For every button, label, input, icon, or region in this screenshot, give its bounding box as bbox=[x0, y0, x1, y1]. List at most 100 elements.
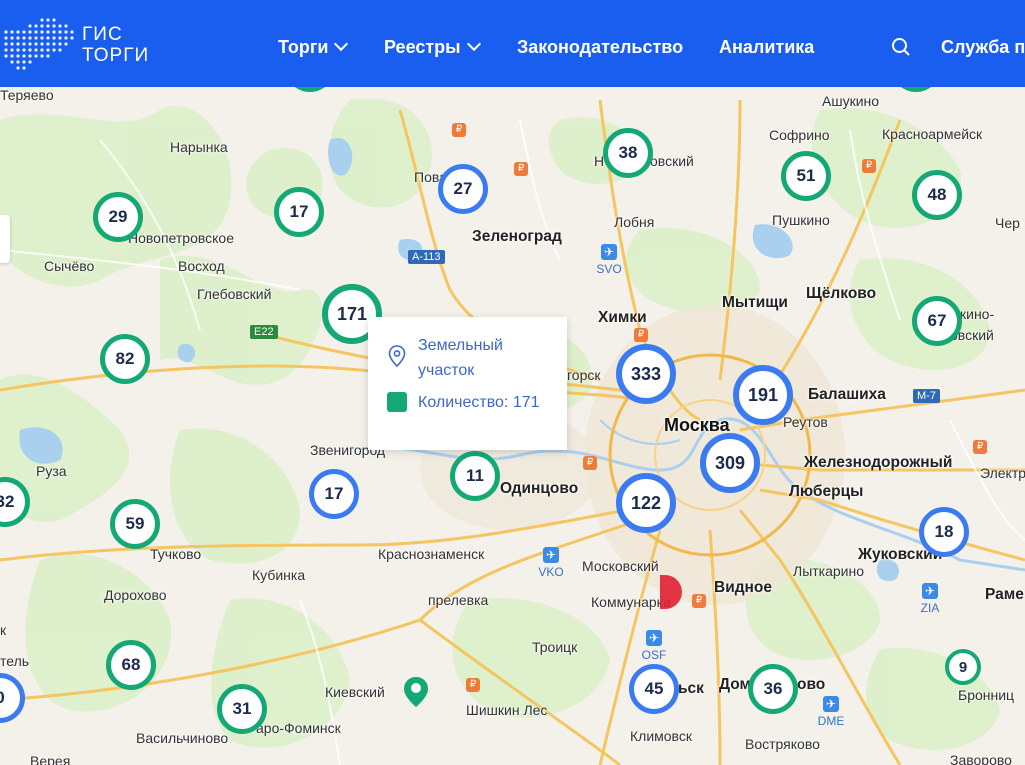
place-label: Железнодорожный bbox=[804, 454, 953, 471]
airplane-icon: ✈ bbox=[601, 244, 617, 260]
tooltip-category: Земельный участок bbox=[418, 337, 503, 379]
place-label: Климовск bbox=[630, 728, 692, 744]
ruble-icon: ₽ bbox=[466, 678, 480, 692]
place-label: Глебовский bbox=[197, 286, 272, 302]
place-label: Дом bbox=[719, 676, 751, 693]
nav-support[interactable]: Служба п bbox=[941, 37, 1025, 57]
place-label: Новопетровское bbox=[128, 230, 234, 246]
airport-osf: ✈ OSF bbox=[634, 630, 674, 662]
airplane-icon: ✈ bbox=[646, 630, 662, 646]
place-label: Реутов bbox=[783, 414, 828, 430]
place-label: кино- bbox=[960, 306, 995, 322]
place-label: Востряково bbox=[745, 736, 820, 752]
place-label: Дорохово bbox=[104, 587, 167, 603]
place-label: Видное bbox=[714, 579, 773, 596]
place-label: Руза bbox=[36, 463, 67, 479]
cluster-marker[interactable]: 31 bbox=[217, 684, 267, 734]
place-label: тель bbox=[0, 653, 30, 669]
place-label: Одинцово bbox=[500, 480, 579, 497]
place-label: Троицк bbox=[532, 639, 578, 655]
cluster-marker[interactable]: 59 bbox=[110, 499, 160, 549]
cluster-marker[interactable]: 27 bbox=[438, 164, 488, 214]
nav-zakonodatelstvo[interactable]: Законодательство bbox=[517, 37, 683, 57]
place-label: Щёлково bbox=[806, 285, 877, 302]
nav-torgi[interactable]: Торги bbox=[278, 36, 349, 57]
ruble-icon: ₽ bbox=[862, 159, 876, 173]
tooltip-color-swatch bbox=[387, 392, 407, 412]
place-label: Теряево bbox=[0, 87, 54, 103]
place-label: Киевский bbox=[325, 684, 385, 700]
place-label: Люберцы bbox=[789, 483, 864, 500]
ruble-icon: ₽ bbox=[583, 456, 597, 470]
cluster-marker[interactable]: 67 bbox=[912, 296, 962, 346]
airport-label: DME bbox=[817, 714, 845, 728]
cluster-marker[interactable]: 18 bbox=[919, 507, 969, 557]
cluster-marker[interactable]: 38 bbox=[603, 128, 653, 178]
place-label: Софрино bbox=[769, 127, 830, 143]
cluster-marker[interactable]: 68 bbox=[106, 640, 156, 690]
place-label: Мытищи bbox=[722, 294, 788, 311]
cluster-marker[interactable]: 45 bbox=[629, 664, 679, 714]
place-label: Балашиха bbox=[808, 386, 886, 403]
chevron-down-icon bbox=[466, 36, 481, 52]
logo-text-line1: ГИС bbox=[82, 24, 123, 45]
place-label: Верея bbox=[30, 753, 71, 765]
airport-dme: ✈ DME bbox=[811, 696, 851, 728]
place-label: Раме bbox=[985, 586, 1024, 603]
gis-torgi-logo[interactable] bbox=[0, 16, 80, 72]
place-label: горск bbox=[567, 367, 601, 383]
place-label: Ашукино bbox=[822, 93, 880, 109]
place-label: Краснознаменск bbox=[378, 546, 485, 562]
cluster-marker[interactable]: 122 bbox=[616, 473, 676, 533]
place-label: Электр bbox=[980, 465, 1025, 481]
road-badge-m7: М-7 bbox=[913, 389, 940, 403]
logo-text[interactable]: ГИС ТОРГИ bbox=[82, 24, 149, 66]
cluster-marker[interactable]: 51 bbox=[781, 151, 831, 201]
place-label: Шишкин Лес bbox=[466, 702, 548, 718]
place-label: Тучково bbox=[150, 546, 202, 562]
location-pin-icon[interactable] bbox=[403, 676, 429, 708]
search-icon[interactable] bbox=[891, 37, 911, 57]
cluster-marker[interactable]: 17 bbox=[274, 187, 324, 237]
nav-reestry[interactable]: Реестры bbox=[384, 36, 481, 57]
cluster-marker[interactable]: 191 bbox=[733, 365, 793, 425]
cluster-marker[interactable]: 36 bbox=[748, 664, 798, 714]
ruble-icon: ₽ bbox=[452, 123, 466, 137]
place-label: Лыткарино bbox=[793, 563, 865, 579]
place-label: Красноармейск bbox=[882, 126, 983, 142]
map-side-control[interactable] bbox=[0, 215, 10, 263]
place-label: прелевка bbox=[428, 592, 489, 608]
nav-analitika[interactable]: Аналитика bbox=[719, 37, 814, 57]
chevron-down-icon bbox=[334, 36, 349, 52]
ruble-icon: ₽ bbox=[634, 328, 648, 342]
ruble-icon: ₽ bbox=[514, 162, 528, 176]
cluster-tooltip: Земельный участок Количество: 171 bbox=[368, 317, 567, 450]
cluster-marker[interactable]: 48 bbox=[912, 170, 962, 220]
location-pin-icon bbox=[388, 345, 406, 367]
header-bar: ГИС ТОРГИ Торги Реестры Законодательство… bbox=[0, 0, 1025, 87]
road-badge-a113: А-113 bbox=[408, 250, 445, 264]
nav-torgi-label: Торги bbox=[278, 37, 329, 57]
airport-label: SVO bbox=[596, 262, 622, 276]
cluster-marker[interactable]: 333 bbox=[616, 344, 676, 404]
airport-label: VKO bbox=[538, 565, 564, 579]
place-label: к bbox=[0, 622, 7, 638]
airport-zia: ✈ ZIA bbox=[910, 583, 950, 615]
place-label: Чер bbox=[995, 215, 1020, 231]
cluster-marker[interactable]: 9 bbox=[945, 649, 981, 685]
airplane-icon: ✈ bbox=[922, 583, 938, 599]
road-badge-e22: E22 bbox=[250, 325, 278, 339]
place-label: Бронниц bbox=[958, 687, 1015, 703]
place-label: Зеленоград bbox=[472, 228, 562, 245]
cluster-marker[interactable]: 17 bbox=[309, 469, 359, 519]
nav-reestry-label: Реестры bbox=[384, 37, 461, 57]
place-label: Сычёво bbox=[44, 258, 95, 274]
ruble-icon: ₽ bbox=[973, 440, 987, 454]
cluster-marker[interactable]: 309 bbox=[700, 433, 760, 493]
cluster-marker[interactable]: 11 bbox=[450, 451, 500, 501]
cluster-marker[interactable]: 29 bbox=[93, 192, 143, 242]
airport-svo: ✈ SVO bbox=[589, 244, 629, 276]
place-label: ово bbox=[797, 676, 826, 693]
cluster-marker[interactable]: 82 bbox=[100, 334, 150, 384]
place-label: Московский bbox=[582, 558, 659, 574]
